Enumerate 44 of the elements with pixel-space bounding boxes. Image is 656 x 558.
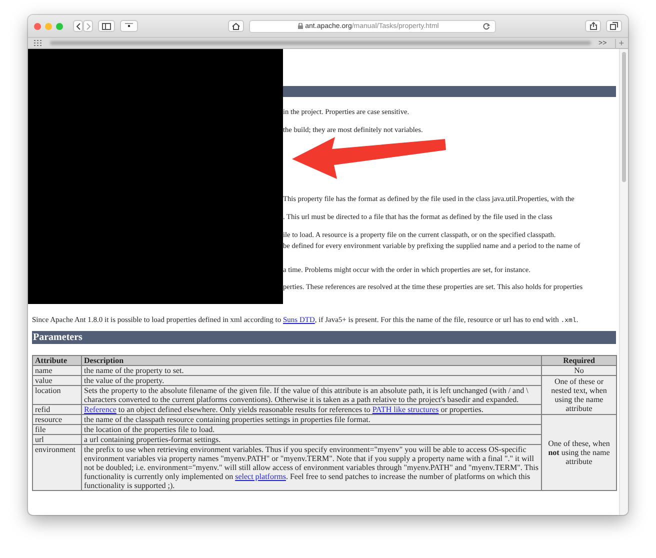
reader-button[interactable] <box>120 20 138 32</box>
scrollbar[interactable] <box>619 49 628 515</box>
scroll-thumb[interactable] <box>622 52 626 182</box>
link[interactable]: select platforms <box>235 472 286 481</box>
table-cell: Sets the property to the absolute filename of the given file. If the value of this attribute is an absolute path, it is left unchanged (with / and \ characters converted to the current platforms conventions). Otherwise it is taken as a path relative to the project's basedir and expanded. <box>82 386 542 404</box>
column-header: Description <box>82 356 542 366</box>
table-cell: name <box>32 366 82 376</box>
table-cell: Reference to an object defined elsewhere. Only yields reasonable results for references to PATH like structures or properties. <box>82 404 542 414</box>
lock-icon <box>298 23 304 29</box>
back-button[interactable] <box>73 20 83 32</box>
link[interactable]: Reference <box>84 405 116 414</box>
table-cell: resource <box>32 414 82 424</box>
share-button[interactable] <box>585 20 601 32</box>
table-cell: file <box>32 424 82 434</box>
share-icon <box>590 22 596 30</box>
tabs-button[interactable] <box>606 20 622 32</box>
column-header: Required <box>542 356 616 366</box>
table-cell: value <box>32 376 82 386</box>
table-cell: environment <box>32 444 82 490</box>
sidebar-icon <box>102 22 111 30</box>
table-cell: the value of the property. <box>82 376 542 386</box>
table-cell: the location of the properties file to load. <box>82 424 542 434</box>
table-cell: One of these, when not using the name attribute <box>542 414 616 490</box>
sidebar-button[interactable] <box>98 20 115 32</box>
table-cell: One of these or nested text, when using the name attribute <box>542 376 616 414</box>
table-cell: location <box>32 386 82 404</box>
forward-icon <box>86 22 90 30</box>
tabs-icon <box>610 22 618 30</box>
table-cell: refid <box>32 404 82 414</box>
zoom-icon[interactable] <box>56 22 63 30</box>
back-icon <box>76 22 80 30</box>
home-icon <box>232 22 240 30</box>
close-icon[interactable] <box>34 22 41 30</box>
section-heading: Parameters <box>32 331 616 344</box>
table-cell: a url containing properties-format settings. <box>82 434 542 444</box>
table-cell: the name of the property to set. <box>82 366 542 376</box>
table-cell: url <box>32 434 82 444</box>
reload-icon[interactable] <box>482 22 490 30</box>
table-cell: the name of the classpath resource containing properties settings in properties file format. <box>82 414 542 424</box>
home-button[interactable] <box>228 20 244 32</box>
link[interactable]: PATH like structures <box>372 405 439 414</box>
reader-icon <box>125 23 133 29</box>
table-cell: the prefix to use when retrieving environment variables. Thus if you specify environment="myenv" you will be able to access OS-specific environment variables via property names "myenv.PATH" or "myenv.TERM". Note that if you supply a property name with a final "." it will not be doubled; i.e. environment="myenv." will still allow access of environment variables through "myenv.PATH" and "myenv.TERM". This functionality is currently only implemented on select platforms. Feel free to send patches to increase the number of platforms on which this functionality is supported ;). <box>82 444 542 490</box>
column-header: Attribute <box>32 356 82 366</box>
